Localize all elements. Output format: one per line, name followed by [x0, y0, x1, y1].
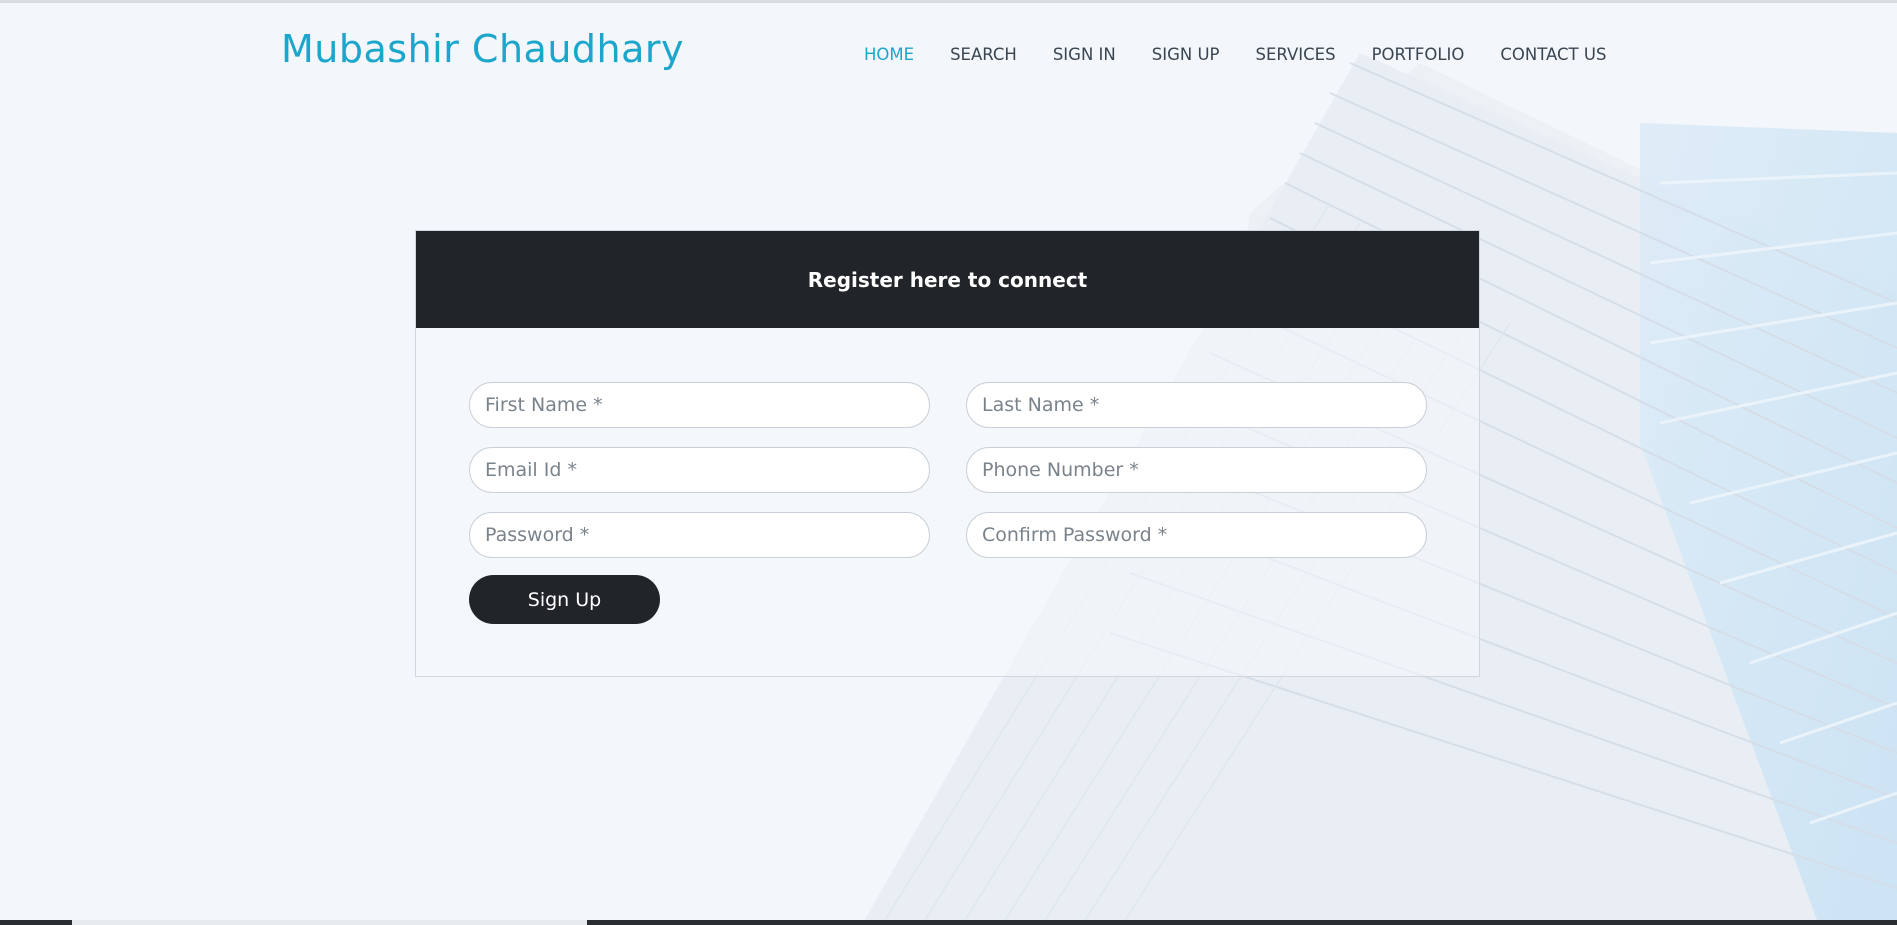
- bottom-edge-segment: [72, 920, 587, 925]
- sign-up-button[interactable]: Sign Up: [469, 575, 660, 624]
- registration-card: Register here to connect Sign Up: [415, 230, 1480, 677]
- nav-item-sign-in[interactable]: SIGN IN: [1053, 45, 1116, 64]
- last-name-field[interactable]: [966, 382, 1427, 428]
- confirm-password-field[interactable]: [966, 512, 1427, 558]
- password-field[interactable]: [469, 512, 930, 558]
- bottom-edge-bar: [0, 920, 1897, 925]
- first-name-field[interactable]: [469, 382, 930, 428]
- main-nav: HOME SEARCH SIGN IN SIGN UP SERVICES POR…: [864, 45, 1642, 64]
- nav-item-portfolio[interactable]: PORTFOLIO: [1372, 45, 1465, 64]
- nav-item-services[interactable]: SERVICES: [1256, 45, 1336, 64]
- phone-number-field[interactable]: [966, 447, 1427, 493]
- page: Mubashir Chaudhary HOME SEARCH SIGN IN S…: [0, 0, 1897, 925]
- nav-item-sign-up[interactable]: SIGN UP: [1152, 45, 1220, 64]
- email-field[interactable]: [469, 447, 930, 493]
- registration-card-header: Register here to connect: [416, 231, 1479, 328]
- registration-title: Register here to connect: [807, 267, 1088, 292]
- nav-item-contact-us[interactable]: CONTACT US: [1500, 45, 1606, 64]
- brand-logo-text[interactable]: Mubashir Chaudhary: [281, 27, 684, 71]
- nav-item-search[interactable]: SEARCH: [950, 45, 1017, 64]
- nav-item-home[interactable]: HOME: [864, 45, 914, 64]
